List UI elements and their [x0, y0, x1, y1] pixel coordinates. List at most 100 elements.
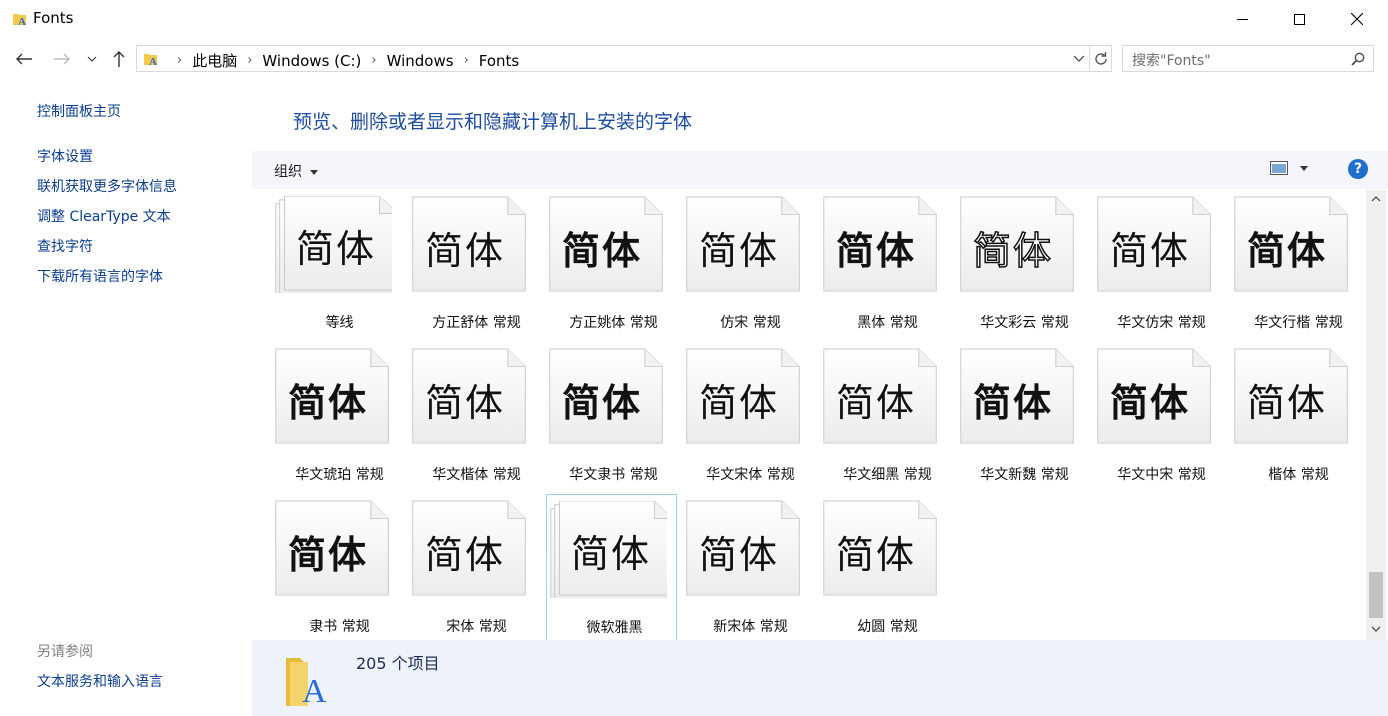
- maximize-icon: [1293, 13, 1305, 25]
- view-icon: [1270, 161, 1288, 175]
- svg-text:A: A: [302, 673, 327, 708]
- font-item-label: 华文行楷 常规: [1254, 315, 1343, 331]
- dropdown-caret-icon: [1300, 165, 1308, 171]
- font-preview-text: 简体: [424, 533, 505, 577]
- change-view-button[interactable]: [1270, 161, 1308, 175]
- help-button[interactable]: ?: [1348, 159, 1368, 179]
- find-character-link[interactable]: 查找字符: [37, 236, 93, 256]
- download-fonts-link[interactable]: 下载所有语言的字体: [37, 266, 163, 286]
- font-preview-text: 简体: [698, 229, 779, 273]
- font-item-label: 黑体 常规: [857, 315, 918, 331]
- adjust-cleartype-link[interactable]: 调整 ClearType 文本: [37, 206, 171, 226]
- control-panel-home-link[interactable]: 控制面板主页: [37, 101, 121, 121]
- font-item[interactable]: 简体 华文楷体 常规: [409, 342, 540, 490]
- maximize-button[interactable]: [1270, 0, 1328, 38]
- address-bar[interactable]: A › 此电脑 › Windows (C:) › Windows › Fonts: [136, 45, 1112, 72]
- font-preview-text: 简体: [698, 381, 779, 425]
- recent-locations-button[interactable]: [82, 46, 102, 72]
- font-preview-text: 简体: [698, 533, 779, 577]
- scrollbar-thumb[interactable]: [1369, 572, 1383, 618]
- dropdown-caret-icon: [310, 169, 319, 175]
- arrow-up-icon: [113, 51, 125, 67]
- font-item[interactable]: 简体 方正舒体 常规: [409, 190, 540, 338]
- font-preview-text: 简体: [424, 231, 505, 273]
- page-title: 预览、删除或者显示和隐藏计算机上安装的字体: [293, 111, 693, 133]
- search-placeholder: 搜索"Fonts": [1132, 53, 1211, 69]
- breadcrumb-fonts[interactable]: Fonts: [479, 52, 519, 70]
- font-item-label: 方正姚体 常规: [569, 315, 658, 331]
- font-item[interactable]: 简体 楷体 常规: [1231, 342, 1362, 490]
- text-services-link[interactable]: 文本服务和输入语言: [37, 671, 163, 691]
- font-item[interactable]: 简体 华文琥珀 常规: [272, 342, 403, 490]
- font-item-label: 华文彩云 常规: [980, 315, 1069, 331]
- font-item[interactable]: 简体新宋体 常规: [683, 494, 814, 640]
- arrow-left-icon: [16, 53, 32, 65]
- font-item[interactable]: 简体 华文中宋 常规: [1094, 342, 1225, 490]
- refresh-icon[interactable]: [1093, 51, 1109, 67]
- fonts-folder-large-icon: A: [286, 658, 327, 708]
- font-item-label: 华文新魏 常规: [980, 467, 1069, 483]
- font-item-label: 华文细黑 常规: [843, 467, 932, 483]
- search-icon: [1351, 52, 1365, 66]
- window-title: Fonts: [33, 9, 74, 27]
- minimize-button[interactable]: [1213, 0, 1271, 38]
- font-preview-text: 简体: [1109, 380, 1190, 425]
- breadcrumb-separator-icon[interactable]: ›: [247, 53, 252, 68]
- fonts-folder-icon: A: [13, 14, 26, 27]
- font-item[interactable]: 简体 仿宋 常规: [683, 190, 814, 338]
- font-item[interactable]: 简体华文宋体 常规: [683, 342, 814, 490]
- font-item[interactable]: 简体 微软雅黑: [546, 494, 677, 640]
- breadcrumb-separator-icon[interactable]: ›: [464, 53, 469, 68]
- search-input[interactable]: 搜索"Fonts": [1122, 45, 1374, 72]
- font-item-label: 华文隶书 常规: [569, 467, 658, 483]
- font-preview-text: 简体: [835, 229, 916, 273]
- font-item-label: 华文宋体 常规: [706, 467, 795, 483]
- forward-button[interactable]: [50, 46, 74, 72]
- font-item[interactable]: 简体 华文细黑 常规: [820, 342, 951, 490]
- font-item[interactable]: 简体华文彩云 常规: [957, 190, 1088, 338]
- font-item[interactable]: 简体华文仿宋 常规: [1094, 190, 1225, 338]
- font-settings-link[interactable]: 字体设置: [37, 146, 93, 166]
- get-more-font-info-link[interactable]: 联机获取更多字体信息: [37, 176, 177, 196]
- address-history-chevron-icon[interactable]: [1073, 55, 1085, 63]
- organize-button[interactable]: 组织: [274, 161, 319, 181]
- font-item[interactable]: 简体 华文新魏 常规: [957, 342, 1088, 490]
- font-item-label: 华文琥珀 常规: [295, 467, 384, 483]
- title-bar: A Fonts: [0, 0, 1388, 38]
- scroll-down-icon[interactable]: [1371, 626, 1381, 632]
- font-item-label: 华文仿宋 常规: [1117, 315, 1206, 331]
- up-button[interactable]: [107, 46, 131, 72]
- font-preview-text: 简体: [972, 228, 1053, 274]
- font-item[interactable]: 简体华文隶书 常规: [546, 342, 677, 490]
- font-preview-text: 简体: [1109, 229, 1190, 273]
- back-button[interactable]: [12, 46, 36, 72]
- font-item[interactable]: 简体方正姚体 常规: [546, 190, 677, 338]
- font-preview-text: 简体: [1246, 381, 1327, 425]
- font-preview-text: 简体: [570, 532, 651, 576]
- scroll-up-icon[interactable]: [1371, 196, 1381, 202]
- font-item-label: 新宋体 常规: [713, 619, 788, 635]
- details-pane: A 205 个项目: [252, 640, 1388, 716]
- font-item[interactable]: 简体 等线: [272, 190, 403, 338]
- chevron-down-icon: [87, 56, 97, 62]
- breadcrumb-separator-icon: ›: [177, 53, 183, 68]
- breadcrumb-windows[interactable]: Windows: [387, 52, 454, 70]
- font-item[interactable]: 简体黑体 常规: [820, 190, 951, 338]
- font-item[interactable]: 简体 隶书 常规: [272, 494, 403, 640]
- font-preview-text: 简体: [835, 533, 916, 577]
- font-item[interactable]: 简体 华文行楷 常规: [1231, 190, 1362, 338]
- font-preview-text: 简体: [561, 229, 642, 273]
- font-item[interactable]: 简体 宋体 常规: [409, 494, 540, 640]
- close-button[interactable]: [1328, 0, 1386, 38]
- font-item-label: 幼圆 常规: [857, 619, 918, 635]
- font-preview-text: 简体: [561, 380, 642, 425]
- font-item-label: 华文楷体 常规: [432, 467, 521, 483]
- font-item[interactable]: 简体幼圆 常规: [820, 494, 951, 640]
- font-item-label: 等线: [325, 315, 354, 331]
- close-icon: [1351, 13, 1363, 25]
- breadcrumb-separator-icon[interactable]: ›: [371, 53, 376, 68]
- vertical-scrollbar[interactable]: [1366, 190, 1386, 640]
- breadcrumb-drive-c[interactable]: Windows (C:): [262, 52, 361, 70]
- breadcrumb-this-pc[interactable]: 此电脑: [192, 50, 237, 71]
- arrow-right-icon: [54, 53, 70, 65]
